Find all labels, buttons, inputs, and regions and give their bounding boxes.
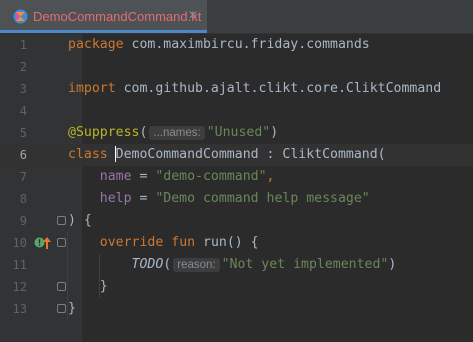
line-number: 5 [19,126,27,140]
code-text: } [68,301,76,316]
paren: ) [388,257,397,272]
keyword: class [68,147,108,162]
parameter-hint: ...names: [149,126,205,140]
fold-icon[interactable] [57,282,66,291]
code-line: 1 package com.maximbircu.friday.commands [0,34,473,56]
code-line: 11 TODO(reason: "Not yet implemented") [0,254,473,276]
line-number: 12 [12,280,27,294]
import-path: com.github.ajalt.clikt.core.CliktCommand [115,81,442,96]
line-number: 7 [19,170,27,184]
code-text: ) { [68,213,92,228]
string-literal: "Demo command help message" [155,191,370,206]
paren: ( [139,125,148,140]
annotation: @Suppress [68,125,140,140]
code-line-current: 6 class DemoCommandCommand : CliktComman… [0,144,473,166]
code-text: import com.github.ajalt.clikt.core.Clikt… [68,78,441,100]
code-line: 3 import com.github.ajalt.clikt.core.Cli… [0,78,473,100]
code-text: @Suppress(...names: "Unused") [68,122,278,144]
code-line: 9 ) { [0,210,473,232]
superclass: : CliktCommand( [258,147,386,162]
comma: , [266,169,275,184]
override-up-arrow-icon[interactable] [42,236,52,250]
code-text: name = "demo-command", [68,166,275,188]
equals: = [131,169,156,184]
class-name: DemoCommandCommand [115,147,259,162]
code-line: 5 @Suppress(...names: "Unused") [0,122,473,144]
line-number: 9 [19,214,27,228]
line-number: 2 [19,60,27,74]
tab-label: DemoCommandCommand.kt [33,9,202,24]
keyword: import [68,81,116,96]
fold-icon[interactable] [57,304,66,313]
code-line: 4 [0,100,473,122]
code-line: 8 help = "Demo command help message" [0,188,473,210]
tab-democommandcommand[interactable]: DemoCommandCommand.kt ✕ [0,0,207,33]
code-line: 10 override fun run() { [0,232,473,254]
package-path: com.maximbircu.friday.commands [123,37,370,52]
function-signature: run() { [195,235,259,250]
line-number: 4 [19,104,27,118]
code-text: package com.maximbircu.friday.commands [68,34,370,56]
fold-icon[interactable] [57,216,66,225]
line-number: 8 [19,192,27,206]
keyword: fun [171,235,196,250]
keyword: package [68,37,124,52]
code-text: } [68,279,108,294]
paren: ( [163,257,172,272]
line-number: 11 [12,258,27,272]
code-line: 2 [0,56,473,78]
line-number: 13 [12,302,27,316]
paren: ) [270,125,279,140]
kotlin-file-icon [13,9,28,24]
code-editor[interactable]: 1 package com.maximbircu.friday.commands… [0,34,473,342]
line-number: 10 [12,236,27,250]
code-text: TODO(reason: "Not yet implemented") [68,254,396,276]
code-line: 7 name = "demo-command", [0,166,473,188]
code-text: override fun run() { [68,232,259,254]
equals: = [131,191,156,206]
code-line: 13 } [0,298,473,320]
fold-icon[interactable] [57,238,66,247]
code-text: help = "Demo command help message" [68,188,370,210]
tab-close-icon[interactable]: ✕ [188,8,198,22]
string-literal: "Unused" [206,125,271,140]
code-line: 12 } [0,276,473,298]
code-text: class DemoCommandCommand : CliktCommand( [68,144,386,166]
named-argument: name [99,169,132,184]
string-literal: "demo-command" [155,169,267,184]
todo-call: TODO [131,257,164,272]
editor-tab-bar: DemoCommandCommand.kt ✕ [0,0,473,34]
string-literal: "Not yet implemented" [221,257,389,272]
line-number: 6 [19,148,27,162]
keyword: override [99,235,164,250]
parameter-hint: reason: [173,258,220,272]
named-argument: help [99,191,132,206]
editor-scrollbar[interactable] [460,34,473,342]
line-number: 1 [19,38,27,52]
line-number: 3 [19,82,27,96]
